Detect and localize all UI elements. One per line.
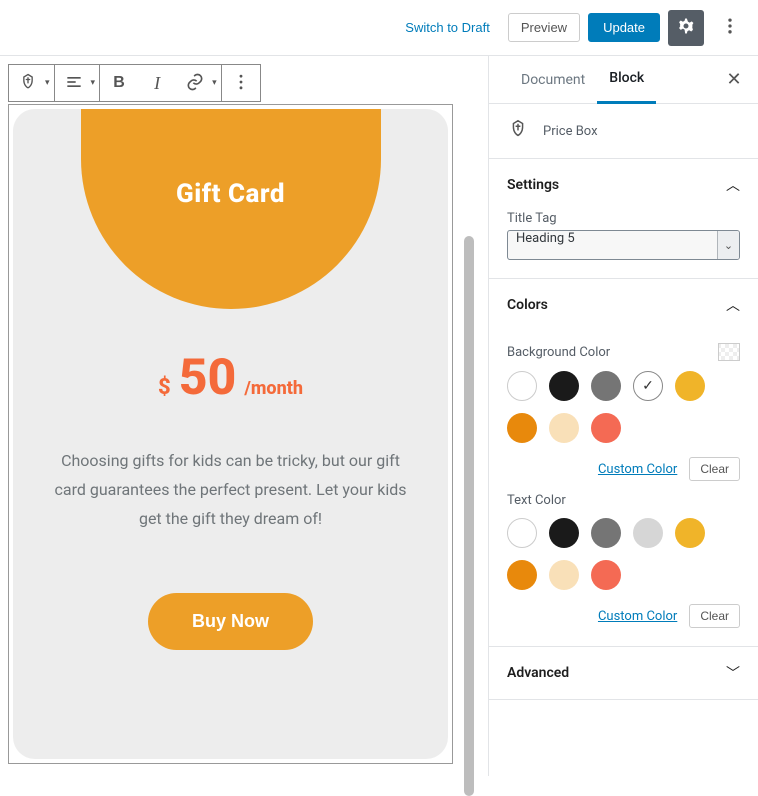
chevron-down-icon: ▾ <box>212 78 217 88</box>
block-type-button[interactable] <box>9 65 47 101</box>
color-swatch[interactable] <box>549 560 579 590</box>
price-box-icon <box>18 72 38 95</box>
panel-advanced: Advanced ﹀ <box>489 647 758 700</box>
panel-colors-toggle[interactable]: Colors ︿ <box>489 279 758 331</box>
close-icon: ✕ <box>726 69 741 90</box>
chevron-down-icon: ▾ <box>91 78 96 88</box>
text-swatches <box>507 518 740 590</box>
title-tag-label: Title Tag <box>507 211 740 226</box>
sidebar-tabs: Document Block ✕ <box>489 56 758 104</box>
color-swatch[interactable] <box>633 518 663 548</box>
title-tag-value: Heading 5 <box>507 230 740 260</box>
price-period: /month <box>244 378 303 399</box>
bold-button[interactable]: B <box>100 65 138 101</box>
price-box-icon <box>507 118 529 144</box>
custom-color-link[interactable]: Custom Color <box>598 462 677 477</box>
tab-document[interactable]: Document <box>509 56 597 104</box>
card-header: Gift Card <box>81 109 381 309</box>
panel-settings: Settings ︿ Title Tag Heading 5 ⌄ <box>489 159 758 279</box>
price-box-block: Gift Card $ 50 /month Choosing gifts for… <box>13 109 448 759</box>
price-amount: 50 <box>179 349 237 407</box>
color-swatch[interactable] <box>549 413 579 443</box>
chevron-down-icon: ▾ <box>45 78 50 88</box>
preview-button[interactable]: Preview <box>508 13 580 42</box>
color-swatch[interactable] <box>591 371 621 401</box>
kebab-icon <box>720 16 740 40</box>
editor-canvas-area: ▾ ▾ B I ▾ <box>0 56 488 776</box>
panel-title: Settings <box>507 177 559 193</box>
price-row[interactable]: $ 50 /month <box>53 349 408 407</box>
panel-settings-toggle[interactable]: Settings ︿ <box>489 159 758 211</box>
color-swatch[interactable] <box>507 371 537 401</box>
bg-color-label: Background Color <box>507 345 610 360</box>
settings-button[interactable] <box>668 10 704 46</box>
align-button[interactable] <box>55 65 93 101</box>
block-type-name: Price Box <box>543 124 598 139</box>
chevron-down-icon: ⌄ <box>717 231 739 259</box>
top-toolbar: Switch to Draft Preview Update <box>0 0 758 56</box>
color-swatch[interactable] <box>591 518 621 548</box>
panel-colors: Colors ︿ Background Color Custom Color C… <box>489 279 758 647</box>
color-swatch[interactable] <box>507 518 537 548</box>
color-swatch[interactable] <box>549 518 579 548</box>
bg-swatches <box>507 371 740 443</box>
editor-scrollbar[interactable] <box>464 236 474 796</box>
card-description[interactable]: Choosing gifts for kids can be tricky, b… <box>53 447 408 533</box>
close-sidebar-button[interactable]: ✕ <box>718 64 750 96</box>
update-button[interactable]: Update <box>588 13 660 42</box>
block-toolbar: ▾ ▾ B I ▾ <box>8 64 261 102</box>
link-button[interactable] <box>176 65 214 101</box>
selected-block-frame[interactable]: Gift Card $ 50 /month Choosing gifts for… <box>8 104 453 764</box>
custom-color-link[interactable]: Custom Color <box>598 609 677 624</box>
color-swatch[interactable] <box>675 518 705 548</box>
bg-color-preview <box>718 343 740 361</box>
panel-advanced-toggle[interactable]: Advanced ﹀ <box>489 647 758 699</box>
more-tools-button[interactable] <box>222 65 260 101</box>
background-color-section: Background Color Custom Color Clear <box>507 343 740 481</box>
color-swatch[interactable] <box>633 371 663 401</box>
clear-color-button[interactable]: Clear <box>689 457 740 481</box>
block-type-row: Price Box <box>489 104 758 159</box>
color-swatch[interactable] <box>549 371 579 401</box>
panel-title: Advanced <box>507 665 569 681</box>
title-tag-select[interactable]: Heading 5 ⌄ <box>507 230 740 260</box>
price-currency: $ <box>158 375 171 400</box>
buy-now-button[interactable]: Buy Now <box>148 593 313 650</box>
color-swatch[interactable] <box>591 413 621 443</box>
card-title[interactable]: Gift Card <box>176 179 285 209</box>
gear-icon <box>676 16 696 40</box>
switch-to-draft-button[interactable]: Switch to Draft <box>395 14 500 41</box>
clear-color-button[interactable]: Clear <box>689 604 740 628</box>
chevron-up-icon: ︿ <box>726 175 740 195</box>
align-left-icon <box>64 72 84 95</box>
tab-block[interactable]: Block <box>597 56 656 104</box>
chevron-down-icon: ﹀ <box>726 663 740 683</box>
color-swatch[interactable] <box>507 560 537 590</box>
chevron-up-icon: ︿ <box>726 295 740 315</box>
text-color-section: Text Color Custom Color Clear <box>507 493 740 628</box>
panel-title: Colors <box>507 297 548 313</box>
italic-button[interactable]: I <box>138 65 176 101</box>
text-color-label: Text Color <box>507 493 566 508</box>
color-swatch[interactable] <box>591 560 621 590</box>
kebab-icon <box>231 72 251 95</box>
color-swatch[interactable] <box>507 413 537 443</box>
settings-sidebar: Document Block ✕ Price Box Settings ︿ Ti… <box>488 56 758 776</box>
more-menu-button[interactable] <box>712 10 748 46</box>
link-icon <box>185 72 205 95</box>
color-swatch[interactable] <box>675 371 705 401</box>
